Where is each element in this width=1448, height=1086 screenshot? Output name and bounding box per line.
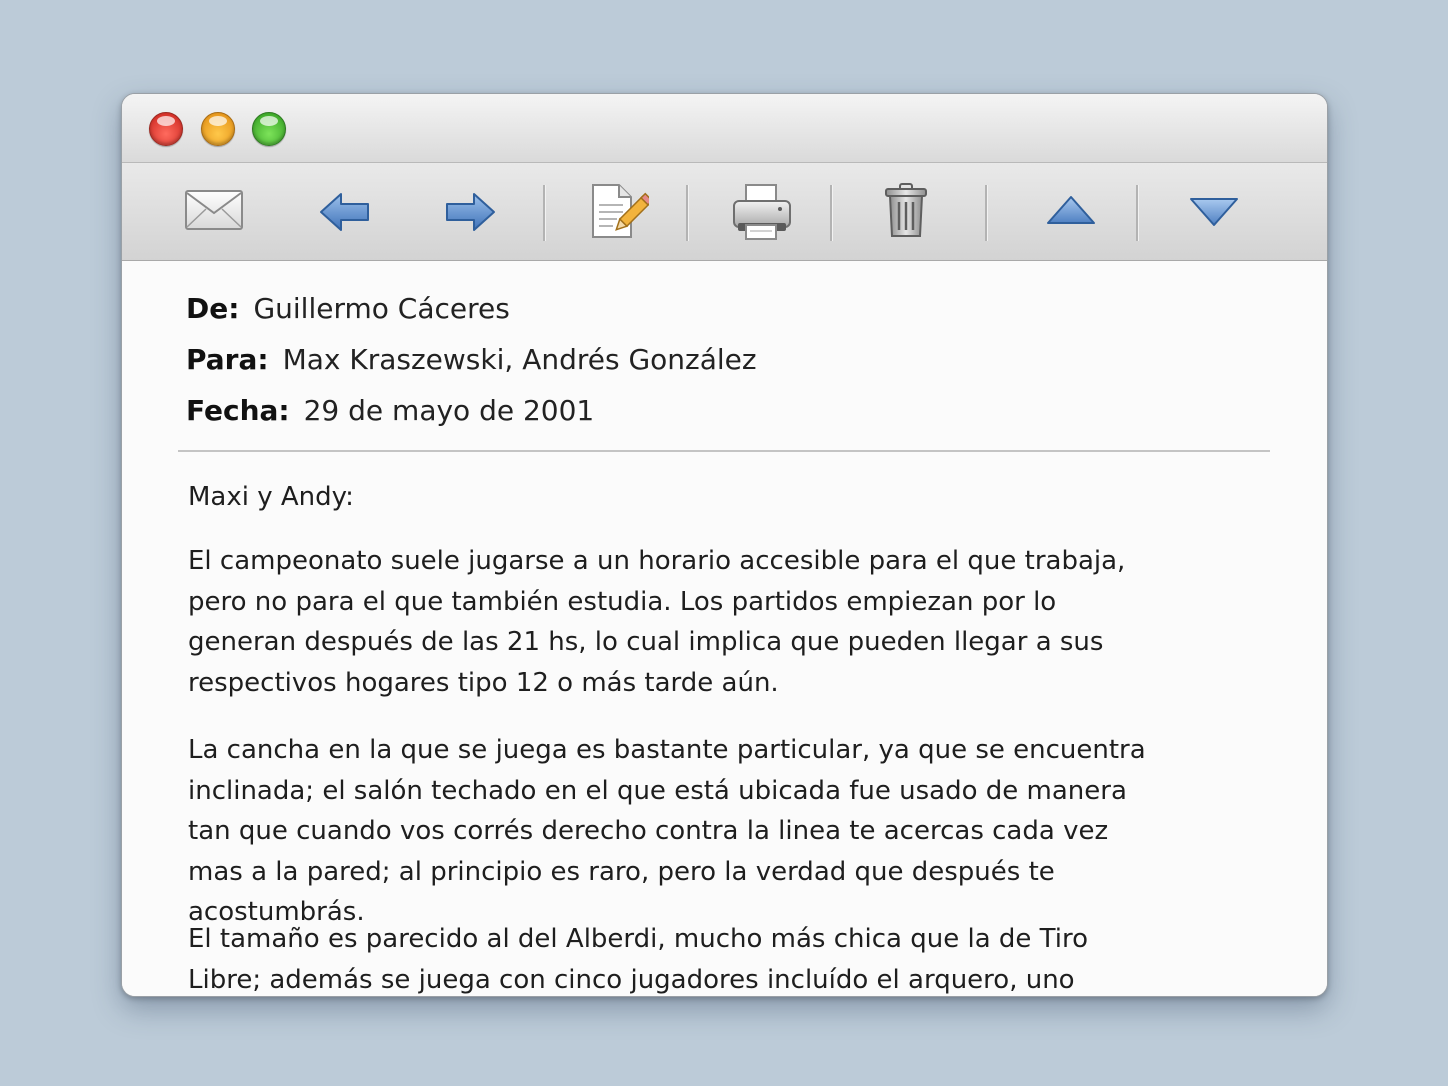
message-paragraph-3: El tamaño es parecido al del Alberdi, mu… [188,924,1088,995]
mail-icon [185,190,243,230]
scroll-down-button[interactable] [1189,197,1239,231]
toolbar-separator [686,185,689,241]
to-label: Para: [186,343,269,376]
to-value: Max Kraszewski, Andrés González [282,343,757,376]
arrow-left-icon [320,193,369,231]
message-paragraph-2: La cancha en la que se juega es bastante… [188,735,1146,927]
minimize-button[interactable] [201,112,235,146]
mail-button[interactable] [184,189,244,237]
previous-button[interactable] [319,192,371,236]
arrow-right-icon [446,193,495,231]
arrow-down-icon [1190,198,1238,226]
toolbar-separator [543,185,546,241]
mail-window: De: Guillermo Cáceres Para: Max Kraszewski… [121,93,1328,997]
header-divider [178,450,1270,452]
from-label: De: [186,292,240,325]
header-to: Para: Max Kraszewski, Andrés González [186,343,757,376]
toolbar [122,163,1327,261]
next-button[interactable] [444,192,496,236]
date-label: Fecha: [186,394,290,427]
message-paragraph-1: El campeonato suele jugarse a un horario… [188,546,1126,698]
print-button[interactable] [732,183,792,245]
date-value: 29 de mayo de 2001 [303,394,595,427]
from-value: Guillermo Cáceres [253,292,510,325]
toolbar-separator [1136,185,1139,241]
scroll-up-button[interactable] [1046,195,1096,229]
toolbar-separator [830,185,833,241]
compose-icon [592,184,654,238]
title-bar[interactable] [122,94,1327,163]
message-view[interactable]: De: Guillermo Cáceres Para: Max Kraszewski… [122,261,1327,996]
arrow-up-icon [1047,196,1095,224]
header-from: De: Guillermo Cáceres [186,292,510,325]
zoom-button[interactable] [252,112,286,146]
message-greeting: Maxi y Andy: [188,482,354,512]
toolbar-separator [985,185,988,241]
header-date: Fecha: 29 de mayo de 2001 [186,394,594,427]
printer-icon [733,184,791,240]
trash-icon [885,183,927,237]
compose-button[interactable] [589,183,654,243]
delete-button[interactable] [884,183,928,243]
close-button[interactable] [149,112,183,146]
